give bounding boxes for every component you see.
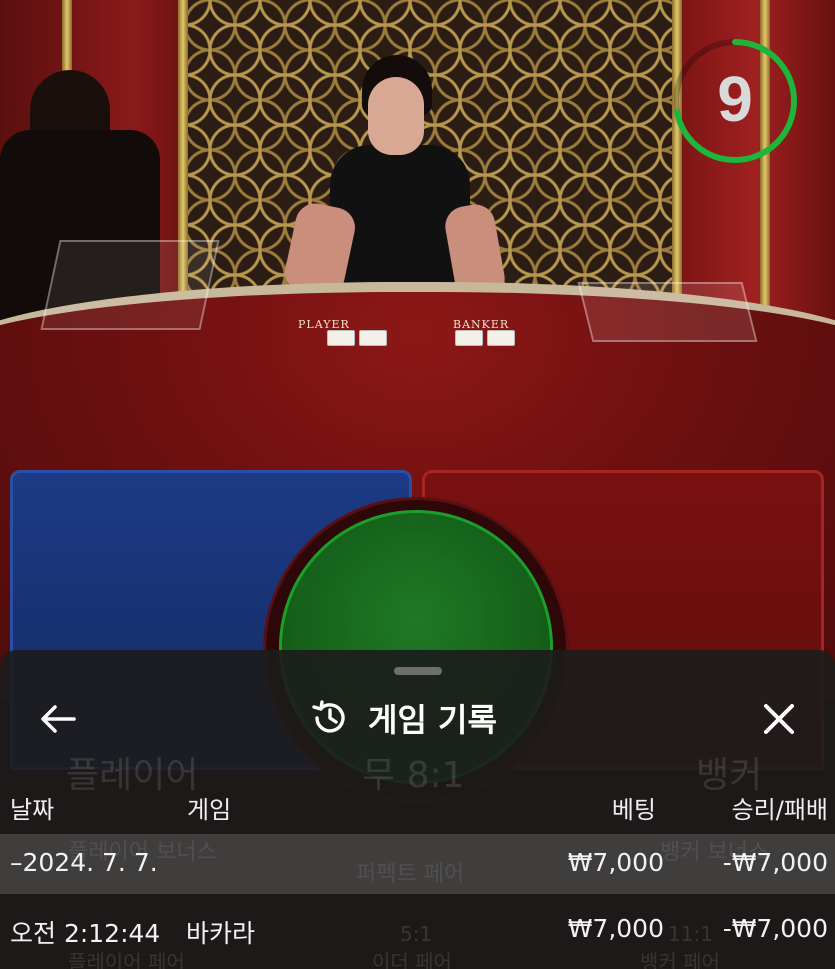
player-cards [327,330,387,346]
game-history-sheet: 플레이어 무 8:1 뱅커 플레이어 보너스 퍼펙트 페어 뱅커 보너스 5:1… [0,650,835,969]
back-button[interactable] [30,695,86,743]
close-icon [764,704,794,734]
date-group-row[interactable]: –2024. 7. 7. ₩7,000 -₩7,000 [0,834,835,894]
column-header-date: 날짜 [10,796,55,824]
timer-seconds: 9 [717,63,753,135]
playing-card [455,330,483,346]
table-row[interactable]: 오전 2:12:44 바카라 ₩7,000 -₩7,000 [0,900,835,960]
date-group-bet: ₩7,000 [567,848,664,877]
playing-card [359,330,387,346]
column-header-game: 게임 [187,796,232,824]
playing-card [327,330,355,346]
ghost-label-tie: 무 8:1 [362,755,465,796]
countdown-timer: 9 [674,30,804,170]
column-header-result: 승리/패배 [731,796,828,824]
column-header-bet: 베팅 [611,796,656,824]
banker-cards [455,330,515,346]
playing-card [487,330,515,346]
close-button[interactable] [752,692,806,746]
date-group-label: –2024. 7. 7. [10,848,158,877]
row-time: 오전 2:12:44 [10,919,161,948]
card-shoe [577,282,758,342]
sheet-header: 게임 기록 [310,694,497,742]
sheet-title: 게임 기록 [368,701,497,739]
row-bet: ₩7,000 [567,914,664,943]
sheet-drag-handle[interactable] [394,667,442,675]
ghost-label-player: 플레이어 [66,755,199,796]
discard-box [40,240,220,330]
arrow-left-icon [41,705,76,733]
date-group-result: -₩7,000 [722,848,828,877]
row-result: -₩7,000 [722,914,828,943]
dealer [281,55,508,305]
history-icon [312,700,345,733]
row-game: 바카라 [186,919,256,948]
